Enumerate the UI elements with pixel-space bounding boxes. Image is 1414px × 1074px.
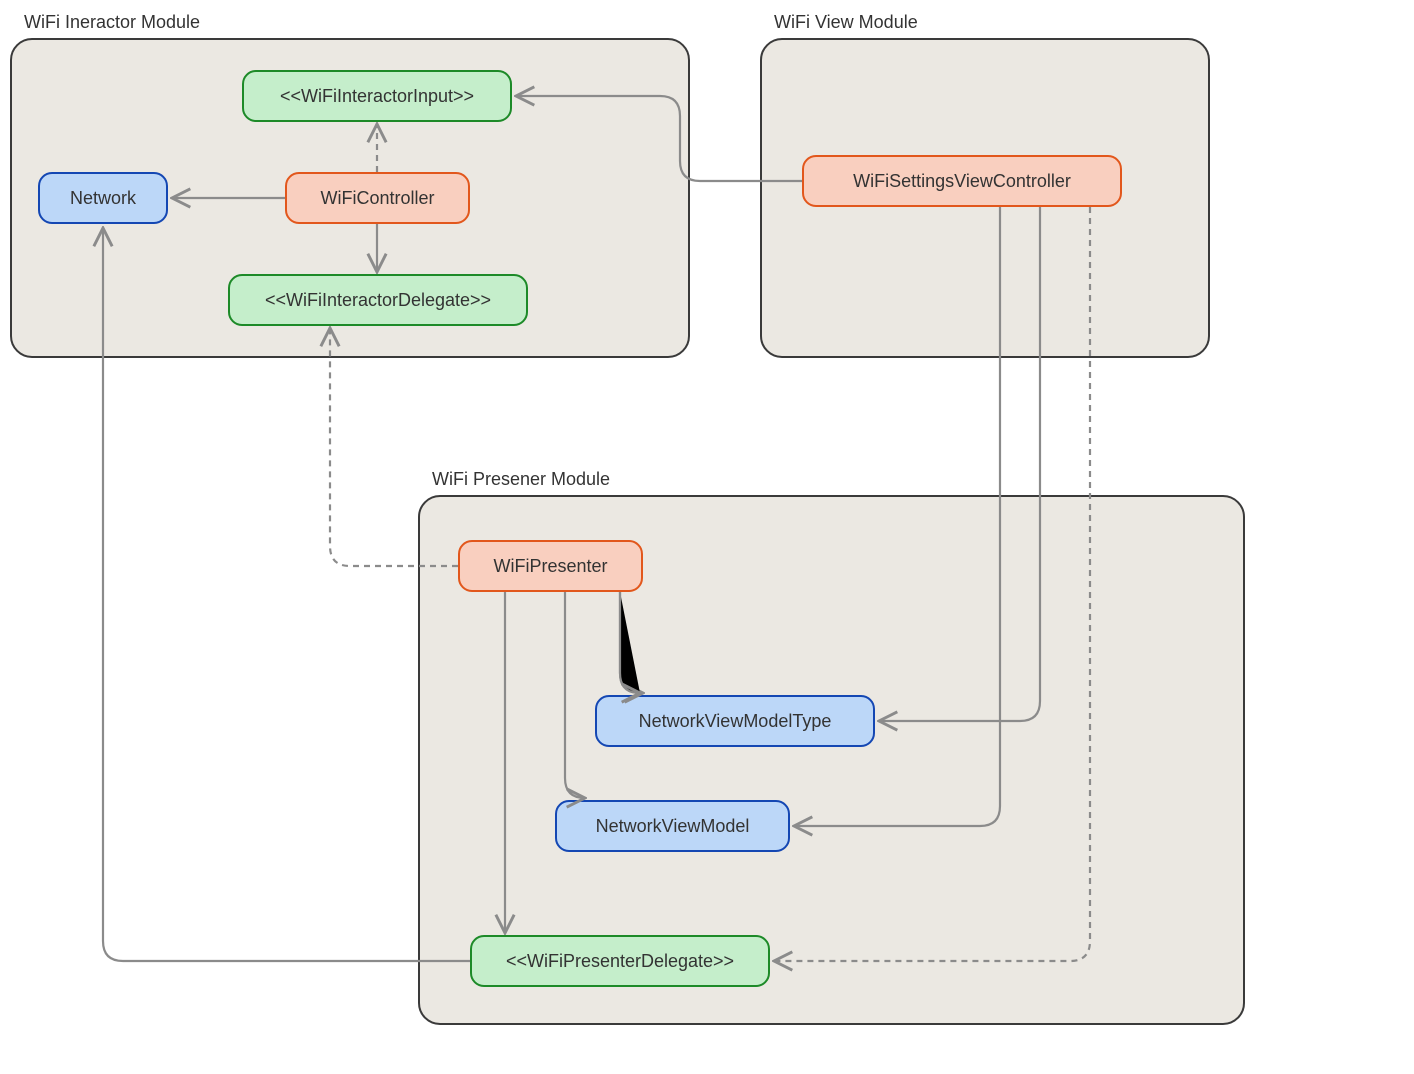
node-interactor-delegate: <<WiFiInteractorDelegate>>	[228, 274, 528, 326]
node-settings-vc: WiFiSettingsViewController	[802, 155, 1122, 207]
module-view-label: WiFi View Module	[774, 12, 918, 33]
node-network: Network	[38, 172, 168, 224]
node-wifi-presenter: WiFiPresenter	[458, 540, 643, 592]
module-presenter-label: WiFi Presener Module	[432, 469, 610, 490]
node-network-vm-type: NetworkViewModelType	[595, 695, 875, 747]
node-presenter-delegate: <<WiFiPresenterDelegate>>	[470, 935, 770, 987]
node-wifi-controller: WiFiController	[285, 172, 470, 224]
node-network-vm: NetworkViewModel	[555, 800, 790, 852]
module-interactor-label: WiFi Ineractor Module	[24, 12, 200, 33]
node-interactor-input: <<WiFiInteractorInput>>	[242, 70, 512, 122]
diagram-canvas: WiFi Ineractor Module WiFi View Module W…	[0, 0, 1414, 1074]
